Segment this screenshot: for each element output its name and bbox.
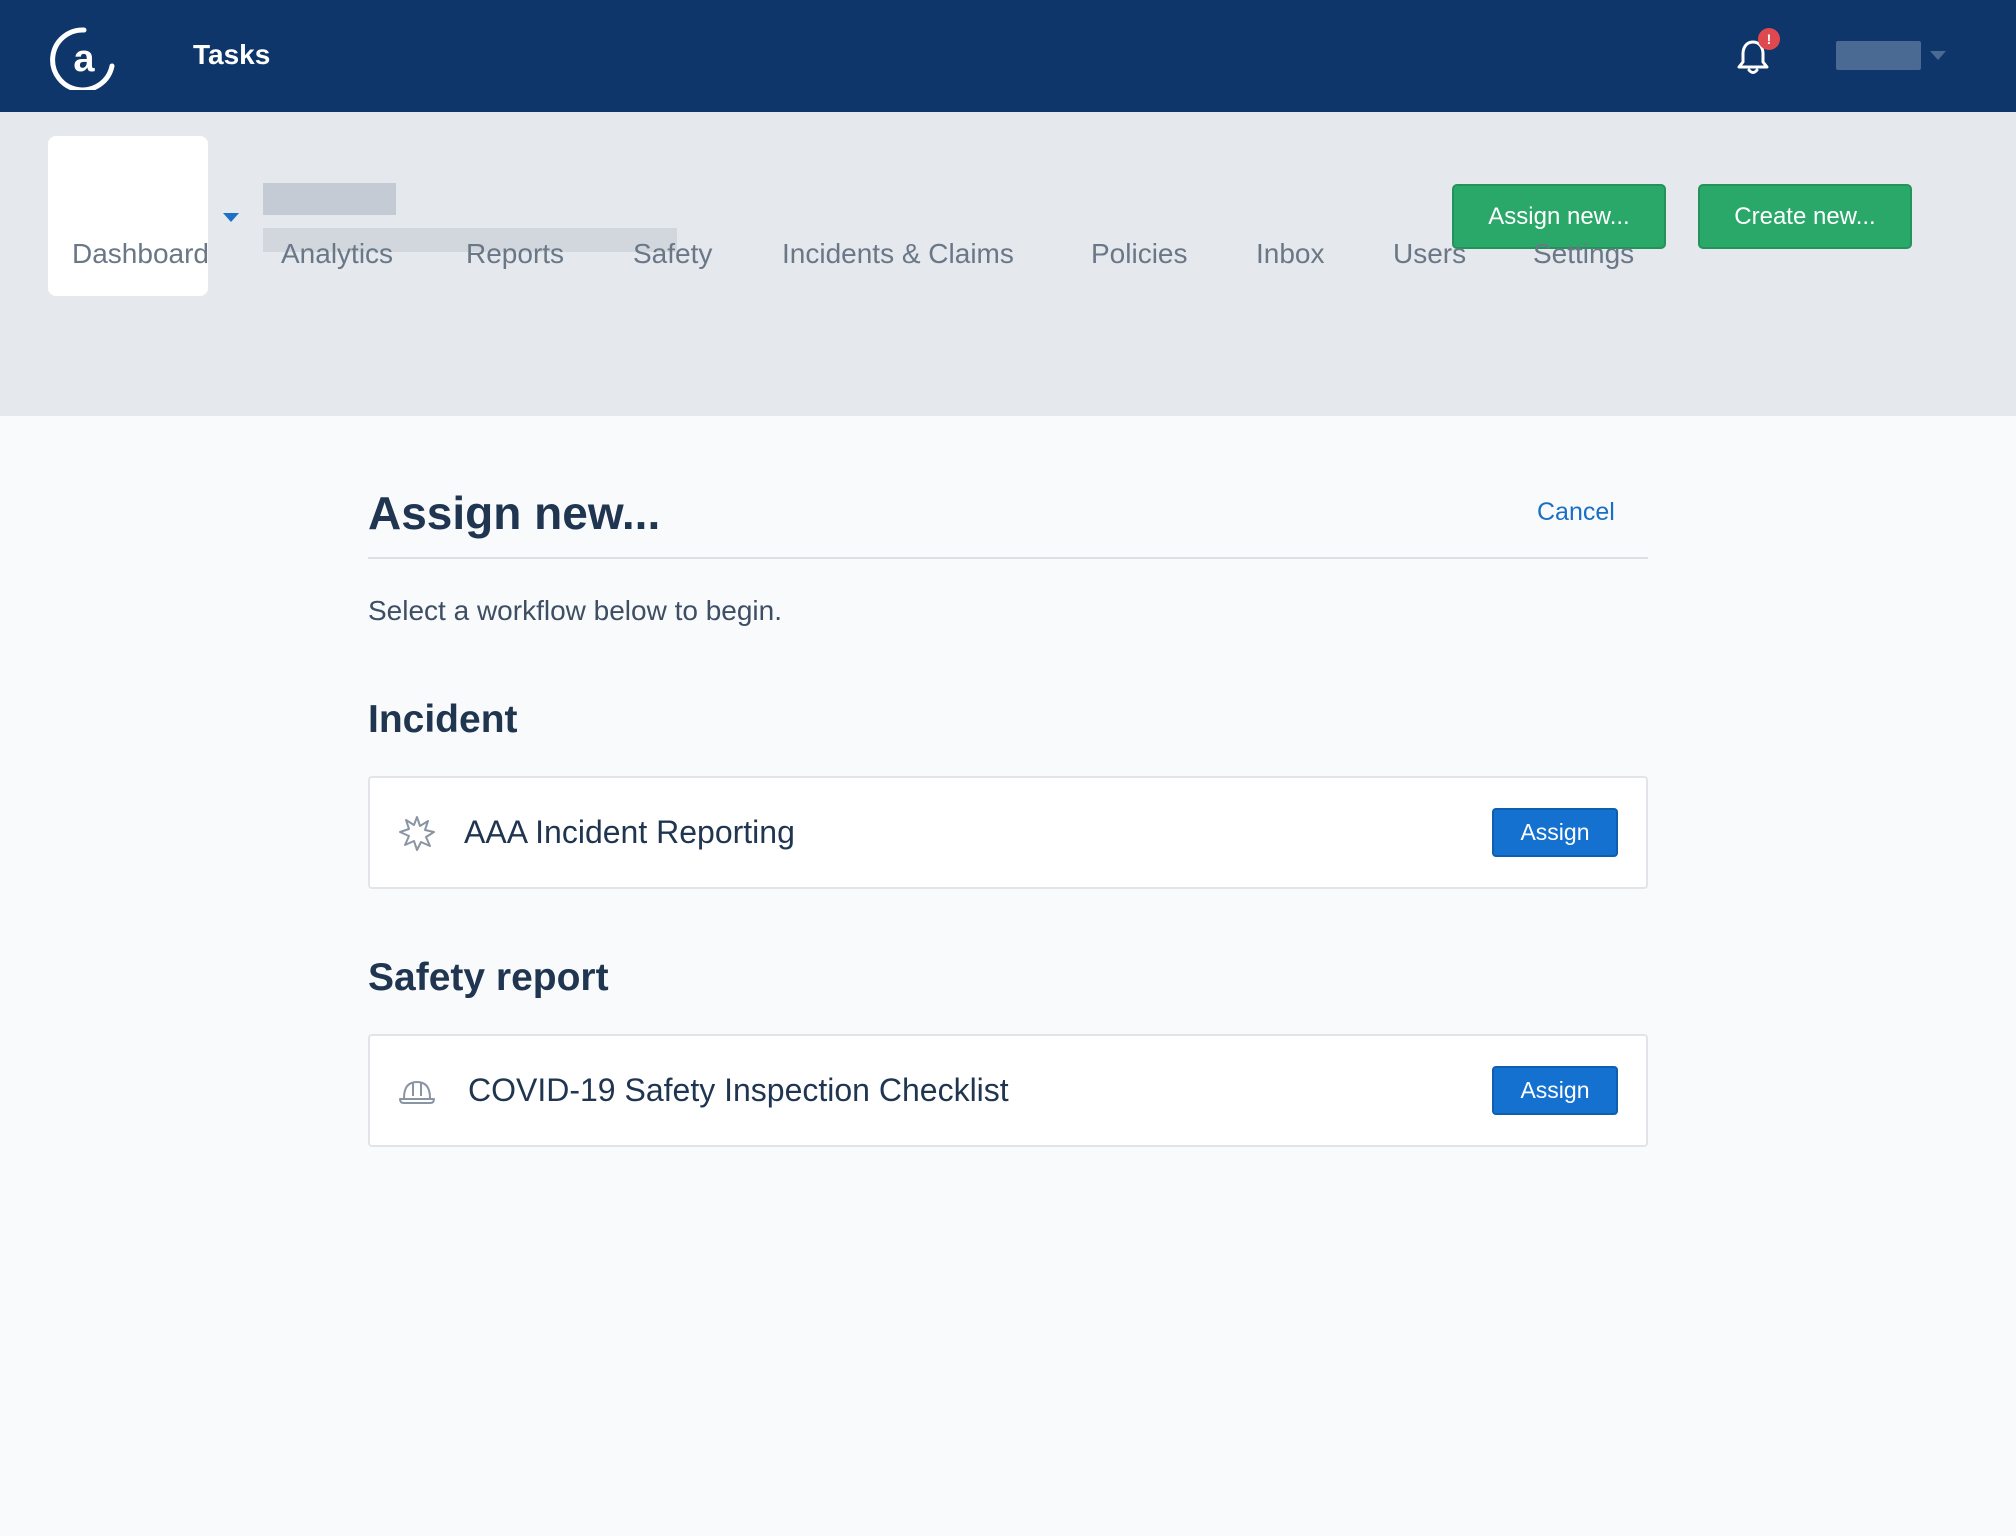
- top-bar: a Tasks !: [0, 0, 2016, 112]
- chevron-down-icon: [1930, 51, 1946, 60]
- nav-inbox[interactable]: Inbox: [1256, 238, 1325, 270]
- nav-reports[interactable]: Reports: [466, 238, 564, 270]
- workflow-card: COVID-19 Safety Inspection Checklist Ass…: [368, 1034, 1648, 1147]
- nav-policies[interactable]: Policies: [1091, 238, 1187, 270]
- workflow-name: COVID-19 Safety Inspection Checklist: [468, 1072, 1009, 1108]
- intro-text: Select a workflow below to begin.: [368, 595, 782, 626]
- nav-settings[interactable]: Settings: [1533, 238, 1634, 270]
- app-title: Tasks: [193, 39, 271, 70]
- at-sign-logo[interactable]: a: [50, 26, 118, 90]
- nav-incidents-claims[interactable]: Incidents & Claims: [782, 238, 1014, 270]
- create-new-button[interactable]: Create new...: [1698, 184, 1912, 249]
- user-menu[interactable]: [1836, 41, 1946, 71]
- nav-dashboard[interactable]: Dashboard: [72, 238, 209, 270]
- section-heading-safety-report: Safety report: [368, 956, 609, 999]
- divider: [368, 557, 1648, 559]
- org-header: Assign new... Create new... Dashboard An…: [0, 112, 2016, 416]
- org-avatar[interactable]: [48, 136, 208, 296]
- cancel-link[interactable]: Cancel: [1537, 498, 1615, 527]
- nav-safety[interactable]: Safety: [633, 238, 712, 270]
- assign-button[interactable]: Assign: [1492, 808, 1618, 857]
- hard-hat-icon: [399, 1080, 435, 1104]
- burst-icon: [399, 816, 435, 851]
- section-heading-incident: Incident: [368, 698, 518, 741]
- svg-text:a: a: [73, 38, 95, 80]
- nav-users[interactable]: Users: [1393, 238, 1466, 270]
- org-switcher-caret-icon[interactable]: [223, 213, 239, 222]
- org-name-placeholder: [263, 183, 396, 215]
- workflow-name: AAA Incident Reporting: [464, 814, 795, 850]
- notification-badge: !: [1758, 28, 1780, 50]
- page-title: Assign new...: [368, 487, 661, 539]
- user-name-placeholder: [1836, 41, 1921, 70]
- assign-button[interactable]: Assign: [1492, 1066, 1618, 1115]
- nav-analytics[interactable]: Analytics: [281, 238, 393, 270]
- workflow-card: AAA Incident Reporting Assign: [368, 776, 1648, 889]
